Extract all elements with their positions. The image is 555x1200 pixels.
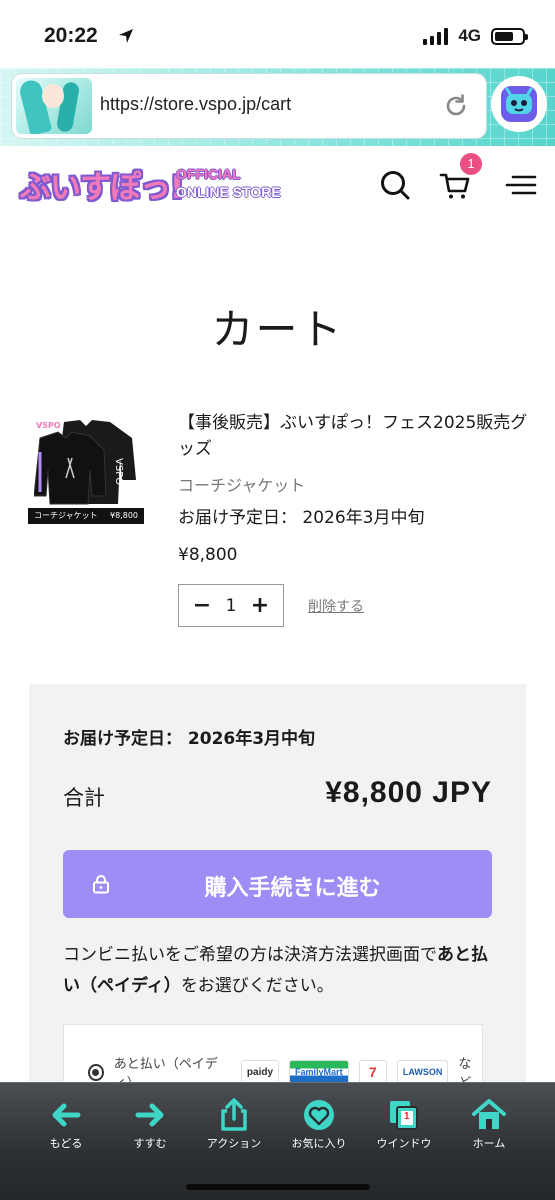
store-logo[interactable]: ぶいすぽっ! OFFICIAL ONLINE STORE — [20, 162, 292, 212]
product-thumbnail[interactable]: VSPO VSPO コーチジャケット ¥8,800 — [28, 408, 144, 524]
network-type: 4G — [458, 26, 481, 45]
logo-sub-text-1: OFFICIAL — [176, 166, 241, 182]
toolbar-favorites-button[interactable]: お気に入り — [279, 1097, 359, 1151]
quantity-increase-button[interactable]: + — [249, 593, 271, 618]
browser-toolbar: もどる すすむ アクション お気に入り 1 ウインドウ ホーム — [0, 1082, 555, 1200]
logo-sub-text-2: ONLINE STORE — [176, 184, 281, 200]
home-icon — [472, 1099, 506, 1129]
toolbar-favorites-label: お気に入り — [291, 1137, 347, 1150]
share-icon — [221, 1098, 247, 1131]
favorites-heart-icon — [304, 1100, 334, 1130]
paidy-logo: paidy — [240, 1060, 280, 1084]
svg-text:VSPO: VSPO — [36, 421, 61, 430]
checkout-button[interactable]: 購入手続きに進む — [63, 850, 492, 918]
home-indicator — [186, 1184, 370, 1190]
location-arrow-icon — [119, 29, 133, 43]
product-delivery-date: お届け予定日： 2026年3月中旬 — [178, 508, 425, 528]
toolbar-action-button[interactable]: アクション — [194, 1097, 274, 1151]
thumbnail-caption-price: ¥8,800 — [110, 511, 138, 520]
search-icon[interactable] — [378, 168, 412, 202]
robot-extension-icon — [501, 86, 537, 122]
lawson-logo: LAWSON — [396, 1060, 449, 1084]
seven-eleven-logo: 7 — [358, 1060, 387, 1084]
windows-count: 1 — [404, 1111, 410, 1122]
toolbar-forward-button[interactable]: すすむ — [110, 1097, 190, 1151]
quantity-stepper: − 1 + — [178, 584, 284, 627]
konbini-notice-part2: をお選びください。 — [180, 976, 334, 996]
toolbar-back-label: もどる — [49, 1137, 83, 1150]
order-summary-panel: お届け予定日： 2026年3月中旬 合計 ¥8,800 JPY 購入手続きに進む… — [29, 684, 526, 1104]
menu-icon[interactable] — [504, 168, 538, 202]
payment-radio[interactable] — [88, 1063, 104, 1081]
thumbnail-caption: コーチジャケット ¥8,800 — [28, 508, 144, 524]
page-title: カート — [211, 305, 344, 354]
signal-icon — [423, 27, 449, 45]
back-arrow-icon — [52, 1103, 81, 1127]
toolbar-back-button[interactable]: もどる — [26, 1097, 106, 1151]
product-price: ¥8,800 — [178, 545, 238, 565]
browser-address-area: https://store.vspo.jp/cart — [0, 68, 555, 146]
svg-text:VSPO: VSPO — [113, 458, 124, 485]
quantity-value[interactable]: 1 — [226, 596, 237, 616]
status-bar: 20:22 4G — [0, 0, 555, 70]
extension-button[interactable] — [491, 76, 547, 132]
toolbar-windows-button[interactable]: 1 ウインドウ — [364, 1097, 444, 1151]
status-time: 20:22 — [44, 24, 98, 47]
quantity-decrease-button[interactable]: − — [191, 593, 213, 618]
total-value: ¥8,800 JPY — [325, 776, 492, 809]
battery-icon — [491, 27, 528, 45]
jacket-image: VSPO VSPO — [34, 420, 136, 505]
toolbar-home-label: ホーム — [472, 1137, 506, 1150]
logo-main-text: ぶいすぽっ! — [20, 170, 184, 206]
forward-arrow-icon — [135, 1103, 164, 1127]
toolbar-windows-label: ウインドウ — [376, 1137, 432, 1150]
toolbar-forward-label: すすむ — [133, 1137, 167, 1150]
thumbnail-caption-label: コーチジャケット — [34, 511, 98, 520]
cart-count-badge: 1 — [460, 153, 482, 175]
url-text[interactable]: https://store.vspo.jp/cart — [100, 94, 291, 115]
checkout-button-label: 購入手続きに進む — [204, 876, 381, 901]
total-label: 合計 — [63, 786, 105, 810]
reload-icon[interactable] — [442, 92, 470, 120]
konbini-notice: コンビニ払いをご希望の方は決済方法選択画面であと払い（ペイディ）をお選びください… — [63, 940, 503, 1002]
product-title[interactable]: 【事後販売】ぶいすぽっ！フェス2025販売グッズ — [178, 410, 528, 462]
address-bar[interactable]: https://store.vspo.jp/cart — [12, 74, 486, 138]
tab-thumbnail[interactable] — [16, 78, 92, 134]
familymart-logo: FamilyMart — [289, 1060, 349, 1084]
summary-delivery-date: お届け予定日： 2026年3月中旬 — [63, 729, 316, 749]
konbini-notice-part1: コンビニ払いをご希望の方は決済方法選択画面で — [63, 945, 437, 965]
product-variant: コーチジャケット — [178, 476, 306, 495]
toolbar-home-button[interactable]: ホーム — [449, 1097, 529, 1151]
toolbar-action-label: アクション — [206, 1137, 262, 1150]
remove-item-link[interactable]: 削除する — [308, 596, 364, 616]
